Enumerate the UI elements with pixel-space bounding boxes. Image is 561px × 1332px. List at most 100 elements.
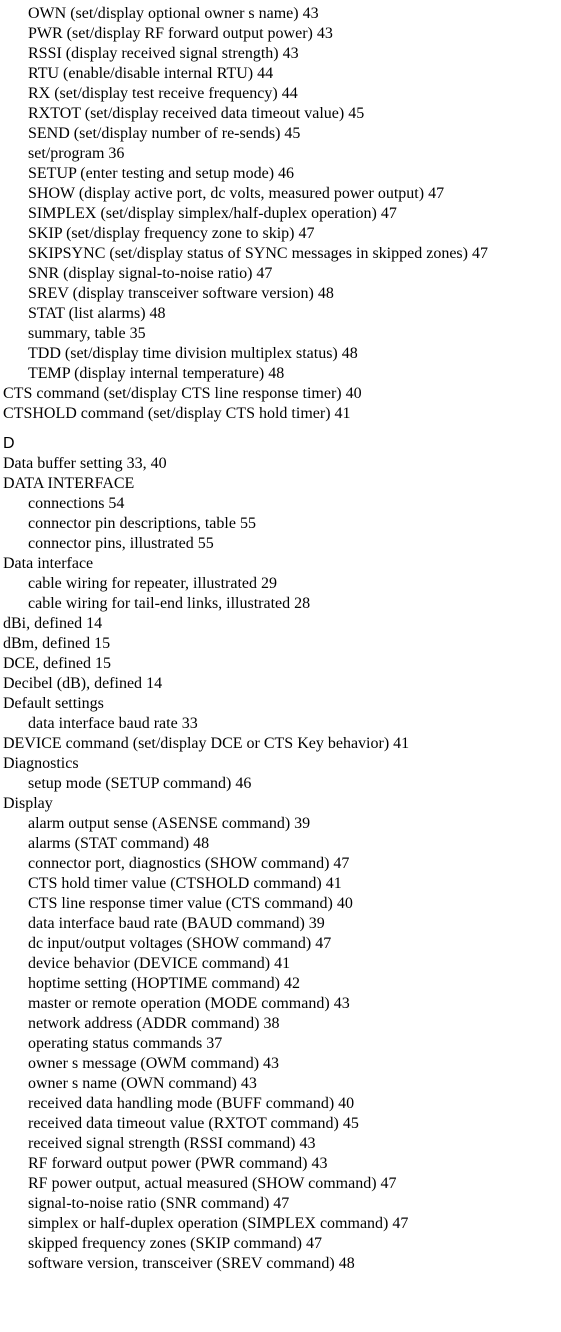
index-entry-text: cable wiring for repeater, illustrated: [28, 575, 257, 592]
index-entry: Default settings: [0, 694, 561, 714]
index-entry-text: RXTOT (set/display received data timeout…: [28, 105, 344, 122]
index-entry: dBm, defined15: [0, 634, 561, 654]
index-entry-pages: 41: [322, 875, 342, 892]
index-entry-text: Data interface: [3, 555, 93, 572]
index-entry: received data handling mode (BUFF comman…: [0, 1094, 561, 1114]
index-entry-pages: 48: [338, 345, 358, 362]
index-entry-pages: 43: [279, 45, 299, 62]
index-entry-text: hoptime setting (HOPTIME command): [28, 975, 280, 992]
index-entry: data interface baud rate (BAUD command)3…: [0, 914, 561, 934]
index-entry-text: received signal strength (RSSI command): [28, 1135, 296, 1152]
index-entry: dBi, defined14: [0, 614, 561, 634]
index-entry-pages: 47: [329, 855, 349, 872]
index-entry-pages: 43: [313, 25, 333, 42]
index-entry-text: SEND (set/display number of re-sends): [28, 125, 280, 142]
index-entry-pages: 47: [252, 265, 272, 282]
index-entry-text: CTS line response timer value (CTS comma…: [28, 895, 333, 912]
index-entry-pages: 47: [377, 205, 397, 222]
index-entry: CTS line response timer value (CTS comma…: [0, 894, 561, 914]
index-entry: summary, table35: [0, 324, 561, 344]
index-entry: master or remote operation (MODE command…: [0, 994, 561, 1014]
index-entry-text: setup mode (SETUP command): [28, 775, 231, 792]
index-entry-text: dBi, defined: [3, 615, 82, 632]
index-entry: DATA INTERFACE: [0, 474, 561, 494]
index-entry: OWN (set/display optional owner s name)4…: [0, 4, 561, 24]
index-entry-text: connector pin descriptions, table: [28, 515, 236, 532]
index-entry-pages: 45: [280, 125, 300, 142]
index-entry: CTS hold timer value (CTSHOLD command)41: [0, 874, 561, 894]
index-entry-text: SREV (display transceiver software versi…: [28, 285, 314, 302]
index-entry: connector pin descriptions, table55: [0, 514, 561, 534]
index-entry: CTS command (set/display CTS line respon…: [0, 384, 561, 404]
index-entry-pages: 14: [142, 675, 162, 692]
index-entry-text: connector pins, illustrated: [28, 535, 194, 552]
index-entry-text: PWR (set/display RF forward output power…: [28, 25, 313, 42]
index-entry: RF power output, actual measured (SHOW c…: [0, 1174, 561, 1194]
index-entry: SEND (set/display number of re-sends)45: [0, 124, 561, 144]
index-entry: DEVICE command (set/display DCE or CTS K…: [0, 734, 561, 754]
index-entry-text: Display: [3, 795, 53, 812]
index-entry-pages: 43: [308, 1155, 328, 1172]
index-entry-pages: 44: [278, 85, 298, 102]
index-entry-text: cable wiring for tail-end links, illustr…: [28, 595, 290, 612]
index-entry-text: DCE, defined: [3, 655, 91, 672]
index-entry-pages: 42: [280, 975, 300, 992]
index-entry-pages: 43: [259, 1055, 279, 1072]
index-entry-text: SHOW (display active port, dc volts, mea…: [28, 185, 424, 202]
index-entry-pages: 47: [302, 1235, 322, 1252]
index-entry: RSSI (display received signal strength)4…: [0, 44, 561, 64]
index-entry-text: simplex or half-duplex operation (SIMPLE…: [28, 1215, 388, 1232]
index-entry: PWR (set/display RF forward output power…: [0, 24, 561, 44]
index-entry: Display: [0, 794, 561, 814]
index-entry: operating status commands37: [0, 1034, 561, 1054]
index-entry-pages: 14: [82, 615, 102, 632]
index-entry-pages: 39: [305, 915, 325, 932]
index-entry-pages: 45: [339, 1115, 359, 1132]
index-entry-text: SKIPSYNC (set/display status of SYNC mes…: [28, 245, 468, 262]
index-entry-text: RTU (enable/disable internal RTU): [28, 65, 253, 82]
index-entry-pages: 43: [237, 1075, 257, 1092]
index-entry-text: dBm, defined: [3, 635, 90, 652]
index-entry: skipped frequency zones (SKIP command)47: [0, 1234, 561, 1254]
index-entry-pages: 43: [299, 5, 319, 22]
index-entry: SREV (display transceiver software versi…: [0, 284, 561, 304]
index-entry: SKIP (set/display frequency zone to skip…: [0, 224, 561, 244]
index-entry: setup mode (SETUP command)46: [0, 774, 561, 794]
index-entry-text: data interface baud rate: [28, 715, 178, 732]
index-entry-pages: 46: [231, 775, 251, 792]
index-entry-pages: 44: [253, 65, 273, 82]
index-entry-pages: 47: [468, 245, 488, 262]
index-entry: alarm output sense (ASENSE command)39: [0, 814, 561, 834]
index-entry: hoptime setting (HOPTIME command)42: [0, 974, 561, 994]
index-entry: CTSHOLD command (set/display CTS hold ti…: [0, 404, 561, 424]
index-entry-pages: 41: [389, 735, 409, 752]
section-heading: D: [0, 434, 561, 454]
index-entry-text: Default settings: [3, 695, 104, 712]
index-entry-text: DATA INTERFACE: [3, 475, 134, 492]
index-entry-pages: 15: [90, 635, 110, 652]
index-entry: Decibel (dB), defined14: [0, 674, 561, 694]
index-entry-text: set/program: [28, 145, 104, 162]
index-entry-text: dc input/output voltages (SHOW command): [28, 935, 311, 952]
index-entry-pages: 40: [342, 385, 362, 402]
index-entry-text: OWN (set/display optional owner s name): [28, 5, 299, 22]
index-entry-text: master or remote operation (MODE command…: [28, 995, 330, 1012]
index-entry: RTU (enable/disable internal RTU)44: [0, 64, 561, 84]
index-entry-text: Decibel (dB), defined: [3, 675, 142, 692]
index-entry-text: CTSHOLD command (set/display CTS hold ti…: [3, 405, 331, 422]
index-entry-pages: 47: [388, 1215, 408, 1232]
index-entry-pages: 36: [104, 145, 124, 162]
index-entry-text: RSSI (display received signal strength): [28, 45, 279, 62]
index-entry-text: owner s name (OWN command): [28, 1075, 237, 1092]
index-entry: cable wiring for repeater, illustrated29: [0, 574, 561, 594]
index-entry-pages: 37: [202, 1035, 222, 1052]
index-entry-pages: 54: [104, 495, 124, 512]
index-entry-pages: 43: [330, 995, 350, 1012]
index-entry: software version, transceiver (SREV comm…: [0, 1254, 561, 1274]
index-entry: connector port, diagnostics (SHOW comman…: [0, 854, 561, 874]
index-entry: connector pins, illustrated55: [0, 534, 561, 554]
index-entry: TDD (set/display time division multiplex…: [0, 344, 561, 364]
index-entry: RF forward output power (PWR command)43: [0, 1154, 561, 1174]
index-entry-text: CTS command (set/display CTS line respon…: [3, 385, 342, 402]
index-entry-pages: 48: [146, 305, 166, 322]
